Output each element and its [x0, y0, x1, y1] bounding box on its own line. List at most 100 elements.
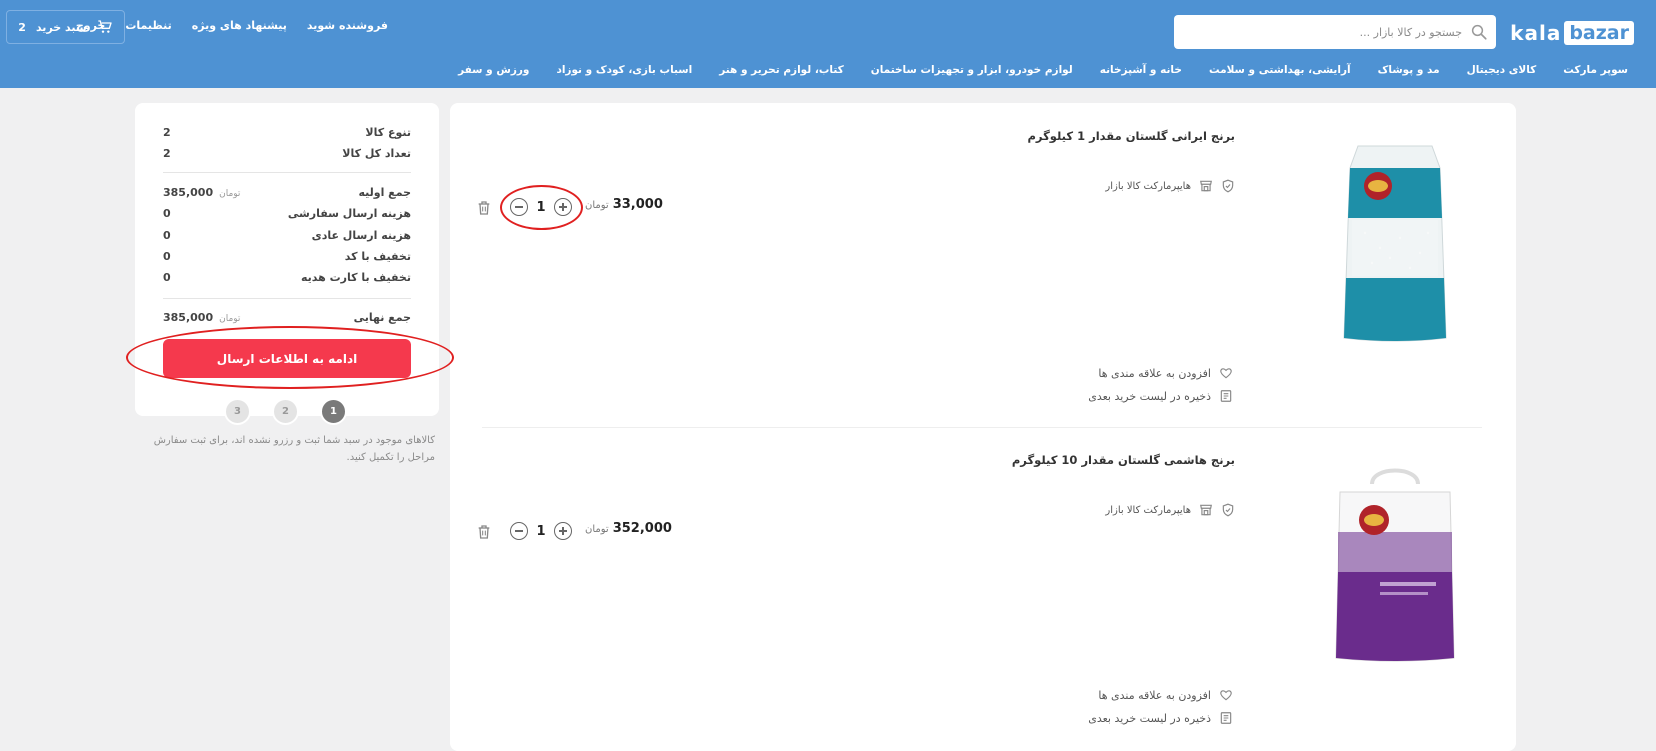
- cart-count: 2: [18, 20, 26, 34]
- shield-check-icon: [1222, 179, 1234, 193]
- store-icon: [1200, 180, 1212, 192]
- seller-name[interactable]: هایپرمارکت کالا بازار: [1105, 181, 1191, 192]
- category-auto-tools[interactable]: لوازم خودرو، ابزار و تجهیزات ساختمان: [871, 64, 1073, 76]
- search-icon[interactable]: [1470, 23, 1488, 41]
- shield-check-icon: [1222, 503, 1234, 517]
- summary-value: 0: [163, 270, 171, 284]
- step-3: 3: [224, 398, 251, 425]
- summary-row: هزینه ارسال عادی 0: [163, 227, 411, 243]
- logo[interactable]: kala bazar: [1510, 20, 1634, 46]
- summary-row: تخفیف با کارت هدیه 0: [163, 269, 411, 285]
- store-icon: [1200, 504, 1212, 516]
- product-image-rice-bag[interactable]: [1310, 138, 1480, 348]
- settings-link[interactable]: تنظیمات: [125, 19, 171, 32]
- category-fashion[interactable]: مد و پوشاک: [1378, 64, 1440, 76]
- quantity-stepper: 1: [510, 198, 572, 216]
- heart-icon: [1220, 368, 1232, 379]
- save-for-later[interactable]: ذخیره در لیست خرید بعدی: [1088, 711, 1233, 725]
- cart-icon: [98, 20, 112, 33]
- quantity-stepper: 1: [510, 522, 572, 540]
- product-price: 352,000 تومان: [585, 521, 672, 536]
- summary-value: 385,000 تومان: [163, 185, 241, 199]
- save-later-label: ذخیره در لیست خرید بعدی: [1088, 389, 1211, 403]
- decrease-quantity-button[interactable]: [510, 522, 528, 540]
- logo-text-right: bazar: [1564, 21, 1634, 45]
- price-currency: تومان: [585, 200, 609, 211]
- search-input[interactable]: [1182, 15, 1462, 49]
- summary-label: تخفیف با کد: [344, 249, 411, 263]
- cart-label: سبد خرید: [35, 20, 87, 34]
- summary-value: 385,000 تومان: [163, 310, 241, 324]
- summary-label: هزینه ارسال عادی: [311, 228, 411, 242]
- summary-row: تنوع کالا 2: [163, 124, 411, 140]
- price-value: 33,000: [612, 197, 663, 212]
- summary-value: 0: [163, 249, 171, 263]
- product-title[interactable]: برنج هاشمی گلستان مقدار 10 کیلوگرم: [1012, 453, 1235, 467]
- quantity-value: 1: [536, 199, 546, 215]
- wishlist-label: افزودن به علاقه مندی ها: [1098, 688, 1211, 702]
- cart-notice: کالاهای موجود در سبد شما ثبت و رزرو نشده…: [153, 435, 435, 463]
- summary-label: هزینه ارسال سفارشی: [287, 206, 411, 220]
- category-nav: سوپر مارکت کالای دیجیتال مد و پوشاک آرای…: [458, 64, 1628, 76]
- seller-info: هایپرمارکت کالا بازار: [1105, 179, 1235, 193]
- summary-value: 2: [163, 146, 171, 160]
- cart-item: برنج ایرانی گلستان مقدار 1 کیلوگرم هایپر…: [450, 103, 1516, 427]
- summary-value: 0: [163, 228, 171, 242]
- product-image-rice-bag[interactable]: [1310, 462, 1480, 672]
- summary-value: 2: [163, 125, 171, 139]
- cart-item: برنج هاشمی گلستان مقدار 10 کیلوگرم هایپر…: [450, 427, 1516, 751]
- become-seller-link[interactable]: فروشنده شوید: [307, 19, 388, 32]
- category-supermarket[interactable]: سوپر مارکت: [1563, 64, 1628, 76]
- add-to-wishlist[interactable]: افزودن به علاقه مندی ها: [1098, 688, 1233, 702]
- summary-divider: [163, 298, 411, 299]
- trash-icon[interactable]: [476, 200, 492, 216]
- summary-row: هزینه ارسال سفارشی 0: [163, 205, 411, 221]
- seller-name[interactable]: هایپرمارکت کالا بازار: [1105, 505, 1191, 516]
- decrease-quantity-button[interactable]: [510, 198, 528, 216]
- summary-label: تخفیف با کارت هدیه: [300, 270, 411, 284]
- summary-label: تنوع کالا: [365, 125, 411, 139]
- summary-label: تعداد کل کالا: [342, 146, 411, 160]
- price-currency: تومان: [585, 524, 609, 535]
- increase-quantity-button[interactable]: [554, 522, 572, 540]
- product-price: 33,000 تومان: [585, 197, 663, 212]
- summary-label: جمع اولیه: [358, 185, 411, 199]
- category-sports[interactable]: ورزش و سفر: [458, 64, 529, 76]
- order-summary: تنوع کالا 2 تعداد کل کالا 2 جمع اولیه 38…: [135, 103, 439, 416]
- summary-label: جمع نهایی: [353, 310, 411, 324]
- header: kala bazar فروشنده شوید پیشنهاد های ویژه…: [0, 0, 1656, 88]
- summary-row-total: جمع نهایی 385,000 تومان: [163, 309, 411, 325]
- quantity-value: 1: [536, 523, 546, 539]
- category-home[interactable]: خانه و آشپزخانه: [1100, 64, 1182, 76]
- seller-info: هایپرمارکت کالا بازار: [1105, 503, 1235, 517]
- category-toys[interactable]: اسباب بازی، کودک و نوزاد: [556, 64, 692, 76]
- increase-quantity-button[interactable]: [554, 198, 572, 216]
- checkout-steps: 1 2 3: [224, 398, 347, 425]
- heart-icon: [1220, 690, 1232, 701]
- product-title[interactable]: برنج ایرانی گلستان مقدار 1 کیلوگرم: [1028, 129, 1236, 143]
- special-offers-link[interactable]: پیشنهاد های ویژه: [192, 19, 287, 32]
- search-box: [1174, 15, 1496, 49]
- step-1: 1: [320, 398, 347, 425]
- cart-items-panel: برنج ایرانی گلستان مقدار 1 کیلوگرم هایپر…: [450, 103, 1516, 751]
- save-later-label: ذخیره در لیست خرید بعدی: [1088, 711, 1211, 725]
- summary-row: تعداد کل کالا 2: [163, 145, 411, 161]
- wishlist-label: افزودن به علاقه مندی ها: [1098, 366, 1211, 380]
- list-icon: [1220, 390, 1232, 402]
- proceed-to-shipping-button[interactable]: ادامه به اطلاعات ارسال: [163, 339, 411, 378]
- trash-icon[interactable]: [476, 524, 492, 540]
- step-2: 2: [272, 398, 299, 425]
- save-for-later[interactable]: ذخیره در لیست خرید بعدی: [1088, 389, 1233, 403]
- logo-text-left: kala: [1510, 21, 1562, 45]
- summary-divider: [163, 172, 411, 173]
- price-value: 352,000: [612, 521, 672, 536]
- summary-value: 0: [163, 206, 171, 220]
- category-digital[interactable]: کالای دیجیتال: [1467, 64, 1537, 76]
- category-beauty[interactable]: آرایشی، بهداشتی و سلامت: [1209, 64, 1351, 76]
- list-icon: [1220, 712, 1232, 724]
- category-books[interactable]: کتاب، لوازم تحریر و هنر: [719, 64, 844, 76]
- summary-row: تخفیف با کد 0: [163, 248, 411, 264]
- summary-row: جمع اولیه 385,000 تومان: [163, 184, 411, 200]
- add-to-wishlist[interactable]: افزودن به علاقه مندی ها: [1098, 366, 1233, 380]
- cart-button[interactable]: سبد خرید 2: [6, 10, 125, 44]
